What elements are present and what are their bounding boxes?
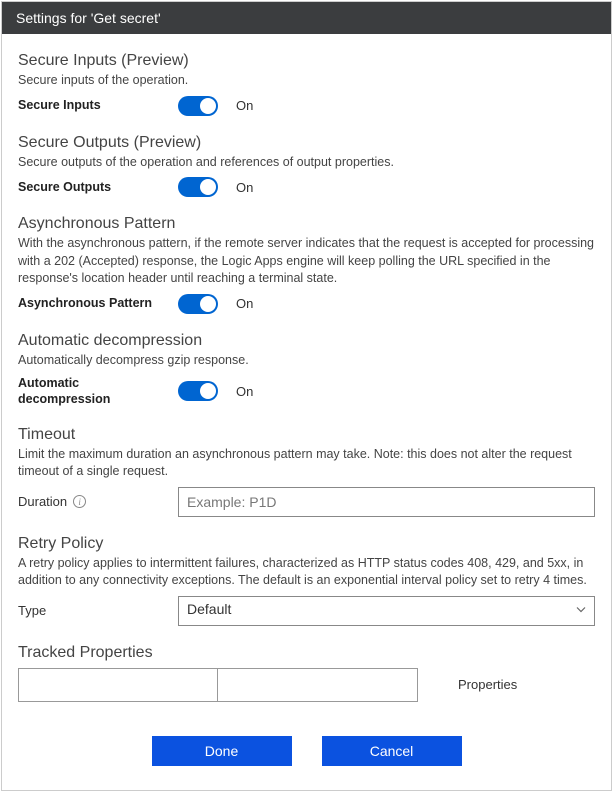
secure-outputs-label: Secure Outputs xyxy=(18,179,168,195)
duration-input[interactable] xyxy=(178,487,595,517)
secure-outputs-desc: Secure outputs of the operation and refe… xyxy=(18,154,595,172)
settings-panel: Settings for 'Get secret' Secure Inputs … xyxy=(1,1,612,791)
secure-outputs-toggle[interactable] xyxy=(178,177,218,197)
secure-inputs-desc: Secure inputs of the operation. xyxy=(18,72,595,90)
timeout-section: Timeout Limit the maximum duration an as… xyxy=(18,426,595,517)
async-pattern-state: On xyxy=(236,296,253,311)
retry-desc: A retry policy applies to intermittent f… xyxy=(18,555,595,590)
done-button[interactable]: Done xyxy=(152,736,292,766)
async-pattern-label: Asynchronous Pattern xyxy=(18,295,168,311)
info-icon[interactable]: i xyxy=(73,495,86,508)
secure-outputs-state: On xyxy=(236,180,253,195)
auto-decompress-title: Automatic decompression xyxy=(18,332,595,350)
retry-policy-section: Retry Policy A retry policy applies to i… xyxy=(18,535,595,626)
secure-inputs-label: Secure Inputs xyxy=(18,97,168,113)
secure-inputs-title: Secure Inputs (Preview) xyxy=(18,52,595,70)
secure-inputs-section: Secure Inputs (Preview) Secure inputs of… xyxy=(18,52,595,116)
retry-type-select[interactable]: Default xyxy=(178,596,595,626)
async-pattern-section: Asynchronous Pattern With the asynchrono… xyxy=(18,215,595,314)
auto-decompress-toggle[interactable] xyxy=(178,381,218,401)
auto-decompress-desc: Automatically decompress gzip response. xyxy=(18,352,595,370)
async-pattern-desc: With the asynchronous pattern, if the re… xyxy=(18,235,595,288)
tracked-key-input[interactable] xyxy=(18,668,218,702)
secure-outputs-title: Secure Outputs (Preview) xyxy=(18,134,595,152)
secure-outputs-section: Secure Outputs (Preview) Secure outputs … xyxy=(18,134,595,198)
async-pattern-title: Asynchronous Pattern xyxy=(18,215,595,233)
panel-body: Secure Inputs (Preview) Secure inputs of… xyxy=(2,34,611,790)
action-buttons: Done Cancel xyxy=(18,736,595,766)
cancel-button[interactable]: Cancel xyxy=(322,736,462,766)
secure-inputs-state: On xyxy=(236,98,253,113)
panel-header: Settings for 'Get secret' xyxy=(2,2,611,34)
retry-title: Retry Policy xyxy=(18,535,595,553)
tracked-properties-section: Tracked Properties Properties xyxy=(18,644,595,702)
timeout-title: Timeout xyxy=(18,426,595,444)
timeout-desc: Limit the maximum duration an asynchrono… xyxy=(18,446,595,481)
auto-decompress-label: Automatic decompression xyxy=(18,375,168,408)
auto-decompress-section: Automatic decompression Automatically de… xyxy=(18,332,595,408)
auto-decompress-state: On xyxy=(236,384,253,399)
panel-title: Settings for 'Get secret' xyxy=(16,10,161,26)
tracked-title: Tracked Properties xyxy=(18,644,595,662)
duration-label: Duration i xyxy=(18,494,168,509)
tracked-col-label: Properties xyxy=(458,677,517,692)
async-pattern-toggle[interactable] xyxy=(178,294,218,314)
tracked-value-input[interactable] xyxy=(218,668,418,702)
retry-type-label: Type xyxy=(18,603,168,618)
secure-inputs-toggle[interactable] xyxy=(178,96,218,116)
